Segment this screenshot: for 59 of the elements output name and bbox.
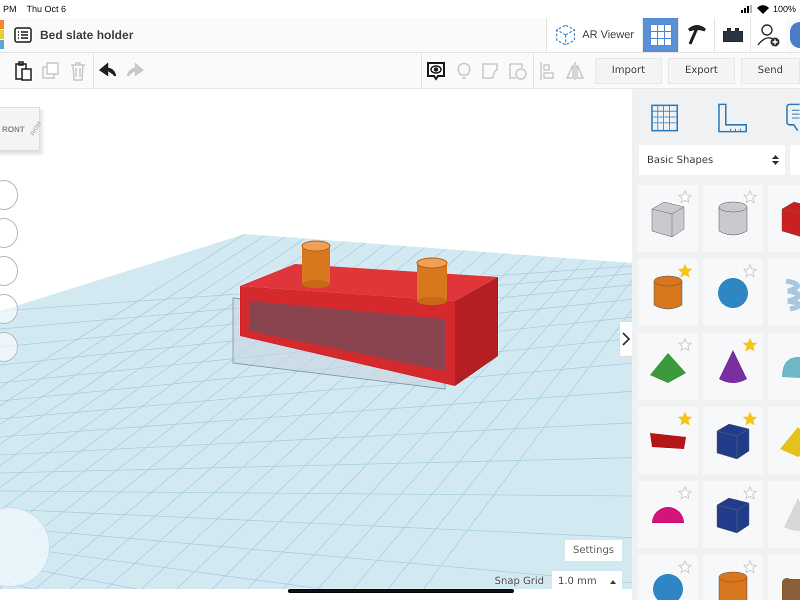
collapse-panel-button[interactable] xyxy=(619,321,632,357)
notes-icon xyxy=(426,60,446,80)
pickaxe-view-button[interactable] xyxy=(678,18,714,52)
outline-star-icon[interactable] xyxy=(743,560,757,574)
battery-level: 100% xyxy=(772,4,796,14)
shape-tile[interactable] xyxy=(638,333,698,400)
shape-tile[interactable] xyxy=(703,407,763,474)
shape-tile[interactable] xyxy=(638,185,698,252)
shape-tile[interactable] xyxy=(703,333,763,400)
bricks-view-button[interactable] xyxy=(714,18,750,52)
signal-icon xyxy=(740,5,753,13)
outline-star-icon[interactable] xyxy=(678,486,692,500)
list-icon[interactable] xyxy=(14,27,32,43)
filled-star-icon[interactable] xyxy=(743,338,757,352)
design-title[interactable]: Bed slate holder xyxy=(40,28,134,42)
add-user-button[interactable] xyxy=(750,18,786,52)
brick-icon xyxy=(722,27,744,43)
shape-tile[interactable] xyxy=(703,185,763,252)
snap-grid-select[interactable]: 1.0 mm xyxy=(552,571,622,592)
workplane-grid-icon[interactable] xyxy=(650,103,680,133)
shape-tile[interactable] xyxy=(638,407,698,474)
outline-star-icon[interactable] xyxy=(678,338,692,352)
shape-tile[interactable] xyxy=(703,259,763,326)
half-sphere-shape-icon xyxy=(652,506,684,522)
settings-button[interactable]: Settings xyxy=(564,540,622,561)
caret-up-icon xyxy=(610,580,616,584)
paste-icon xyxy=(14,60,34,80)
toolbar-button[interactable]: Import xyxy=(594,58,662,84)
cube-icon xyxy=(555,22,576,48)
outline-star-icon[interactable] xyxy=(743,190,757,204)
ar-viewer-button[interactable]: AR Viewer xyxy=(546,18,642,52)
duplicate-icon xyxy=(40,60,61,80)
shape-category-select[interactable]: Basic Shapes xyxy=(639,145,785,175)
wifi-icon xyxy=(756,4,769,14)
status-date: Thu Oct 6 xyxy=(26,4,66,14)
app-logo-icon[interactable] xyxy=(0,20,4,50)
toolbar-button[interactable]: Export xyxy=(668,58,735,84)
snap-grid-label: Snap Grid xyxy=(494,576,544,587)
shape-tile[interactable] xyxy=(638,481,698,548)
toolbar-button[interactable]: Send xyxy=(740,58,800,84)
notes-icon[interactable] xyxy=(786,102,800,134)
grid-icon xyxy=(650,25,670,45)
cube-face-label: RONT xyxy=(2,124,25,134)
chevron-right-icon xyxy=(622,332,630,346)
mirror-icon xyxy=(565,60,586,80)
add-user-icon xyxy=(756,23,780,47)
shape-tile[interactable] xyxy=(638,259,698,326)
outline-star-icon[interactable] xyxy=(743,264,757,278)
filled-star-icon[interactable] xyxy=(678,264,692,278)
filled-star-icon[interactable] xyxy=(678,412,692,426)
up-down-caret-icon xyxy=(772,154,779,166)
filled-star-icon[interactable] xyxy=(743,412,757,426)
shape-tile[interactable] xyxy=(703,481,763,548)
pickaxe-icon xyxy=(686,24,708,46)
ruler-icon[interactable] xyxy=(717,102,748,134)
outline-star-icon[interactable] xyxy=(678,190,692,204)
status-time: PM xyxy=(3,4,16,14)
outline-star-icon[interactable] xyxy=(743,486,757,500)
outline-star-icon[interactable] xyxy=(678,560,692,574)
